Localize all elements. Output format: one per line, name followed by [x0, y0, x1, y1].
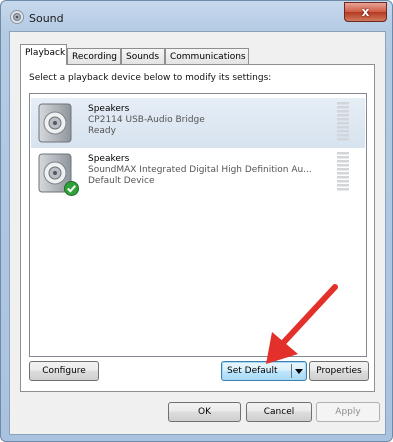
instruction-text: Select a playback device below to modify…: [29, 73, 272, 83]
dialog-body: Playback Recording Sounds Communications…: [9, 31, 386, 435]
window-title: Sound: [29, 12, 64, 25]
device-status: Default Device: [88, 176, 155, 186]
close-icon: x: [361, 5, 370, 19]
device-name: Speakers: [88, 104, 130, 114]
close-button[interactable]: x: [344, 2, 387, 22]
list-item[interactable]: Speakers CP2114 USB-Audio Bridge Ready: [31, 98, 365, 148]
playback-panel: Select a playback device below to modify…: [20, 64, 375, 392]
volume-meter: [337, 152, 349, 191]
device-status: Ready: [88, 126, 116, 136]
apply-button[interactable]: Apply: [316, 402, 380, 422]
properties-button[interactable]: Properties: [309, 361, 369, 381]
sound-dialog: Sound x Playback Recording Sounds Commun…: [0, 0, 393, 442]
tab-recording[interactable]: Recording: [67, 48, 121, 64]
configure-button[interactable]: Configure: [29, 361, 99, 381]
chevron-down-icon[interactable]: [291, 364, 306, 378]
list-item[interactable]: Speakers SoundMAX Integrated Digital Hig…: [31, 148, 365, 198]
ok-button[interactable]: OK: [168, 402, 241, 422]
speaker-icon: [38, 103, 72, 143]
tab-communications[interactable]: Communications: [165, 48, 249, 64]
device-description: SoundMAX Integrated Digital High Definit…: [88, 165, 312, 175]
tab-playback[interactable]: Playback: [20, 44, 67, 65]
title-bar[interactable]: Sound x: [1, 1, 392, 31]
set-default-label: Set Default: [227, 366, 278, 376]
default-check-icon: [64, 181, 79, 196]
speaker-icon: [10, 10, 24, 24]
device-description: CP2114 USB-Audio Bridge: [88, 115, 205, 125]
volume-meter: [337, 102, 349, 141]
tab-sounds[interactable]: Sounds: [121, 48, 165, 64]
cancel-button[interactable]: Cancel: [246, 402, 312, 422]
set-default-button[interactable]: Set Default: [221, 361, 307, 381]
device-list[interactable]: Speakers CP2114 USB-Audio Bridge Ready S…: [29, 93, 367, 357]
device-name: Speakers: [88, 154, 130, 164]
